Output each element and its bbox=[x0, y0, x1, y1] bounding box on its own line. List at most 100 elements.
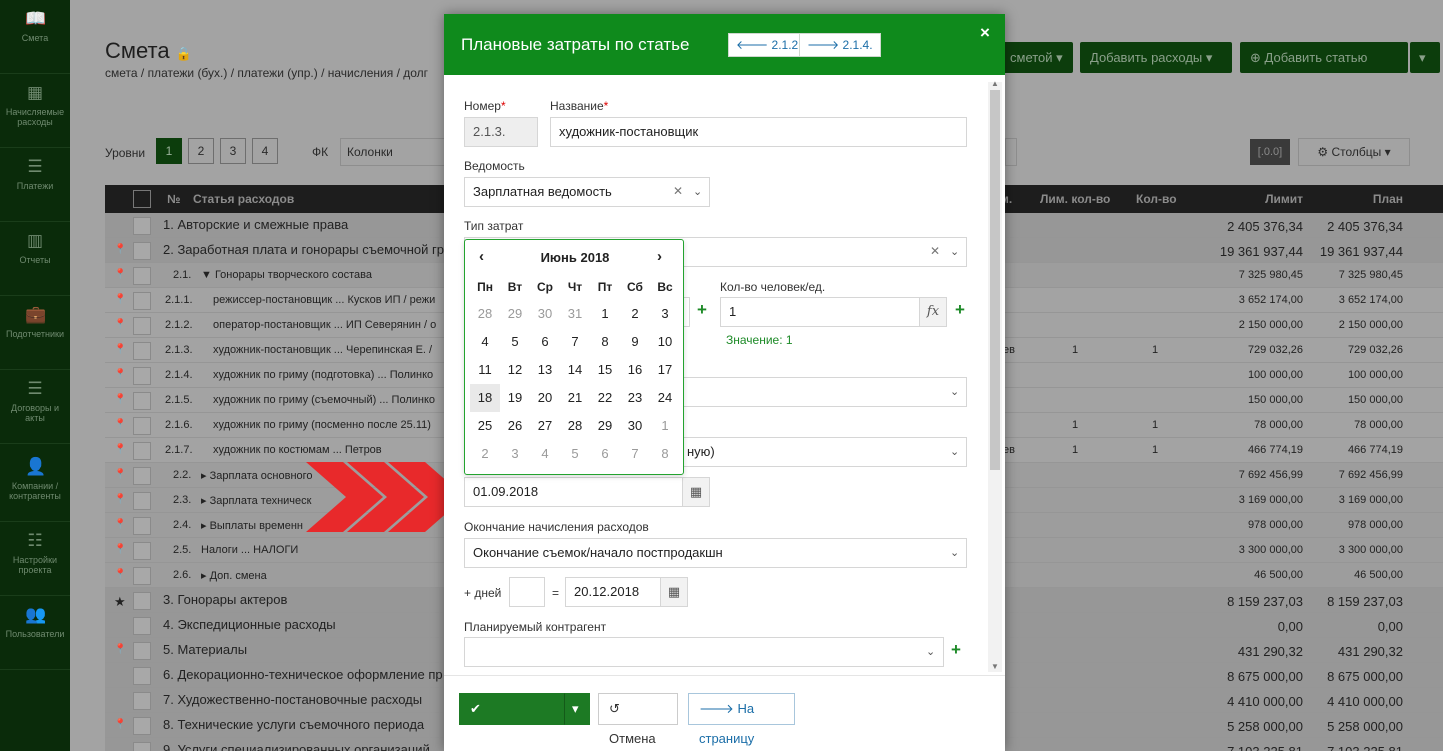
scrollbar-thumb[interactable] bbox=[990, 90, 1000, 470]
row-checkbox[interactable] bbox=[133, 392, 151, 410]
level-3-button[interactable]: 3 bbox=[220, 138, 246, 164]
pin-icon[interactable]: 📍 bbox=[114, 369, 126, 380]
calendar-day[interactable]: 2 bbox=[470, 440, 500, 468]
end-date-field[interactable]: 20.12.2018 bbox=[565, 577, 661, 607]
save-dropdown-button[interactable]: ▾ bbox=[564, 693, 590, 725]
cancel-button[interactable]: ↺ Отмена bbox=[598, 693, 678, 746]
calendar-day[interactable]: 31 bbox=[560, 300, 590, 328]
zero-badge[interactable]: [.0.0] bbox=[1250, 139, 1290, 165]
sidebar-item-3[interactable]: ☰ Платежи bbox=[0, 148, 70, 222]
row-checkbox[interactable] bbox=[133, 267, 151, 285]
calendar-day[interactable]: 25 bbox=[470, 412, 500, 440]
add-expenses-button[interactable]: Добавить расходы ▾ bbox=[1080, 42, 1232, 73]
pin-icon[interactable]: 📍 bbox=[114, 344, 126, 355]
chevron-down-icon[interactable]: ⌄ bbox=[950, 445, 959, 458]
sidebar-item-8[interactable]: ☷ Настройки проекта bbox=[0, 522, 70, 596]
chevron-right-icon[interactable]: › bbox=[657, 248, 662, 265]
calendar-day[interactable]: 13 bbox=[530, 356, 560, 384]
sidebar-item-6[interactable]: ☰ Договоры и акты bbox=[0, 370, 70, 444]
calendar-day[interactable]: 12 bbox=[500, 356, 530, 384]
breadcrumb[interactable]: смета / платежи (бух.) / платежи (упр.) … bbox=[105, 66, 428, 80]
calendar-day[interactable]: 16 bbox=[620, 356, 650, 384]
formula-button[interactable]: fx bbox=[919, 297, 947, 327]
row-checkbox[interactable] bbox=[133, 317, 151, 335]
add-item-dropdown[interactable]: ▾ bbox=[1410, 42, 1440, 73]
sidebar-item-1[interactable]: 📖 Смета bbox=[0, 0, 70, 74]
row-checkbox[interactable] bbox=[133, 642, 151, 660]
sidebar-item-2[interactable]: ▦ Начисляемые расходы bbox=[0, 74, 70, 148]
name-field[interactable]: художник-постановщик bbox=[550, 117, 967, 147]
next-item-button[interactable]: 🡒 2.1.4. bbox=[799, 33, 881, 57]
row-checkbox[interactable] bbox=[133, 367, 151, 385]
level-2-button[interactable]: 2 bbox=[188, 138, 214, 164]
scroll-down-icon[interactable]: ▼ bbox=[991, 662, 999, 671]
calendar-day[interactable]: 19 bbox=[500, 384, 530, 412]
budget-menu-button[interactable]: сметой ▾ bbox=[1000, 42, 1073, 73]
chevron-down-icon[interactable]: ⌄ bbox=[926, 645, 935, 658]
pin-icon[interactable]: 📍 bbox=[114, 394, 126, 405]
close-icon[interactable]: × bbox=[980, 23, 990, 43]
calendar-day[interactable]: 23 bbox=[620, 384, 650, 412]
calendar-day[interactable]: 29 bbox=[590, 412, 620, 440]
pin-icon[interactable]: 📍 bbox=[114, 244, 126, 255]
calendar-day[interactable]: 28 bbox=[560, 412, 590, 440]
sidebar-item-7[interactable]: 👤 Компании / контрагенты bbox=[0, 448, 70, 522]
start-date-field[interactable]: 01.09.2018 bbox=[464, 477, 684, 507]
calendar-day[interactable]: 1 bbox=[650, 412, 680, 440]
save-button[interactable]: ✔ Сохранить bbox=[459, 693, 565, 746]
select-all-checkbox[interactable] bbox=[133, 190, 151, 208]
calendar-day[interactable]: 24 bbox=[650, 384, 680, 412]
calendar-day[interactable]: 22 bbox=[590, 384, 620, 412]
pin-icon[interactable]: 📍 bbox=[114, 719, 126, 730]
plus-icon[interactable]: + bbox=[955, 300, 965, 320]
pin-icon[interactable]: 📍 bbox=[114, 419, 126, 430]
pin-icon[interactable]: 📍 bbox=[114, 644, 126, 655]
row-checkbox[interactable] bbox=[133, 592, 151, 610]
calendar-day[interactable]: 5 bbox=[500, 328, 530, 356]
plus-icon[interactable]: + bbox=[951, 640, 961, 660]
prev-item-button[interactable]: 🡐 2.1.2. bbox=[728, 33, 810, 57]
sidebar-item-9[interactable]: 👥 Пользователи bbox=[0, 596, 70, 670]
calendar-day[interactable]: 9 bbox=[620, 328, 650, 356]
calendar-day[interactable]: 29 bbox=[500, 300, 530, 328]
pin-icon[interactable]: 📍 bbox=[114, 569, 126, 580]
sidebar-item-4[interactable]: ▥ Отчеты bbox=[0, 222, 70, 296]
calendar-day[interactable]: 14 bbox=[560, 356, 590, 384]
add-item-button[interactable]: ⊕ Добавить статью bbox=[1240, 42, 1408, 73]
calendar-day[interactable]: 6 bbox=[530, 328, 560, 356]
row-checkbox[interactable] bbox=[133, 667, 151, 685]
calendar-day[interactable]: 3 bbox=[650, 300, 680, 328]
people-count-field[interactable]: 1 bbox=[720, 297, 920, 327]
row-checkbox[interactable] bbox=[133, 242, 151, 260]
calendar-day[interactable]: 30 bbox=[530, 300, 560, 328]
calendar-day[interactable]: 3 bbox=[500, 440, 530, 468]
pin-icon[interactable]: 📍 bbox=[114, 294, 126, 305]
row-checkbox[interactable] bbox=[133, 492, 151, 510]
row-checkbox[interactable] bbox=[133, 742, 151, 751]
clear-icon[interactable]: ✕ bbox=[930, 244, 940, 258]
calendar-day[interactable]: 26 bbox=[500, 412, 530, 440]
calendar-day[interactable]: 20 bbox=[530, 384, 560, 412]
pin-icon[interactable]: 📍 bbox=[114, 494, 126, 505]
calendar-day[interactable]: 2 bbox=[620, 300, 650, 328]
row-checkbox[interactable] bbox=[133, 692, 151, 710]
calendar-day[interactable]: 4 bbox=[530, 440, 560, 468]
level-1-button[interactable]: 1 bbox=[156, 138, 182, 164]
calendar-day[interactable]: 1 bbox=[590, 300, 620, 328]
calendar-icon[interactable]: ▦ bbox=[682, 477, 710, 507]
calendar-day[interactable]: 27 bbox=[530, 412, 560, 440]
star-icon[interactable]: ★ bbox=[114, 594, 126, 610]
columns-button[interactable]: ⚙ Столбцы ▾ bbox=[1298, 138, 1410, 166]
calendar-day[interactable]: 7 bbox=[620, 440, 650, 468]
chevron-down-icon[interactable]: ⌄ bbox=[950, 245, 959, 258]
sidebar-item-5[interactable]: 💼 Подотчетники bbox=[0, 296, 70, 370]
calendar-day[interactable]: 30 bbox=[620, 412, 650, 440]
calendar-day[interactable]: 17 bbox=[650, 356, 680, 384]
scroll-up-icon[interactable]: ▲ bbox=[991, 79, 999, 88]
calendar-day[interactable]: 6 bbox=[590, 440, 620, 468]
clear-icon[interactable]: ✕ bbox=[673, 184, 683, 198]
header-name[interactable]: Статья расходов bbox=[193, 192, 294, 206]
row-checkbox[interactable] bbox=[133, 417, 151, 435]
calendar-day[interactable]: 21 bbox=[560, 384, 590, 412]
calendar-day[interactable]: 28 bbox=[470, 300, 500, 328]
